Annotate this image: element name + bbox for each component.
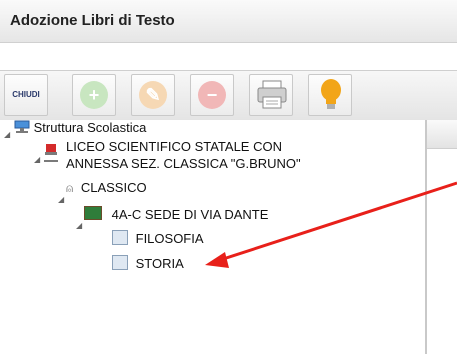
detail-pane-header [427, 120, 457, 149]
tree-node-school-line1: LICEO SCIENTIFICO STATALE CON [66, 139, 282, 154]
window-title: Adozione Libri di Testo [10, 12, 175, 29]
chiudi-label: CHIUDI [12, 90, 40, 99]
network-icon [14, 120, 30, 133]
hint-button[interactable] [308, 74, 352, 116]
chiudi-button[interactable]: CHIUDI [4, 74, 48, 116]
tree-node-subject-label: STORIA [135, 256, 184, 271]
pencil-circle-icon: ✎ [139, 81, 167, 109]
lightbulb-icon [321, 79, 341, 109]
tree-node-root-label: Struttura Scolastica [33, 120, 147, 135]
chalkboard-icon [84, 206, 102, 220]
tree-node-subject[interactable]: FILOSOFIA [112, 230, 204, 246]
tree-node-subject-label: FILOSOFIA [135, 231, 204, 246]
tree-node-course[interactable]: ⍝ CLASSICO [66, 180, 147, 196]
plus-circle-icon: + [80, 81, 108, 109]
tree-node-school-line2: ANNESSA SEZ. CLASSICA "G.BRUNO" [66, 156, 301, 171]
print-button[interactable] [249, 74, 293, 116]
edit-button[interactable]: ✎ [131, 74, 175, 116]
collapse-icon[interactable]: ◢ [76, 221, 82, 230]
red-arrow-annotation [205, 181, 457, 268]
toolbar: CHIUDI + ✎ − [0, 70, 457, 122]
minus-circle-icon: − [198, 81, 226, 109]
person-icon: ⍝ [66, 181, 74, 195]
tree-node-subject[interactable]: STORIA [112, 255, 184, 271]
printer-icon [257, 80, 287, 109]
window-titlebar: Adozione Libri di Testo [0, 0, 457, 43]
book-icon [112, 255, 128, 270]
collapse-icon[interactable]: ◢ [58, 195, 64, 204]
add-button[interactable]: + [72, 74, 116, 116]
book-icon [112, 230, 128, 245]
collapse-icon[interactable]: ◢ [4, 130, 10, 139]
tree-node-course-label: CLASSICO [80, 180, 147, 195]
collapse-icon[interactable]: ◢ [34, 155, 40, 164]
delete-button[interactable]: − [190, 74, 234, 116]
tree-node-root[interactable]: Struttura Scolastica [14, 120, 146, 135]
